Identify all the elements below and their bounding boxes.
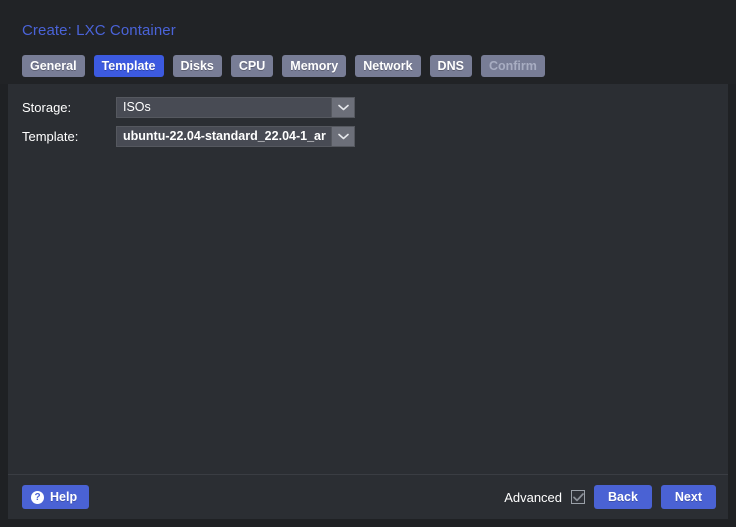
dialog-header: Create: LXC Container General Template D…	[0, 0, 736, 84]
chevron-down-icon[interactable]	[331, 126, 354, 146]
help-button[interactable]: ? Help	[22, 485, 90, 509]
tab-general[interactable]: General	[22, 55, 85, 77]
tab-disks[interactable]: Disks	[172, 55, 222, 77]
template-row: Template: ubuntu-22.04-standard_22.04-1_…	[8, 122, 728, 150]
close-icon[interactable]	[703, 24, 721, 42]
tab-dns[interactable]: DNS	[429, 55, 472, 77]
template-form: Storage: ISOs Template: ubuntu-22.04-sta…	[8, 93, 728, 151]
tab-memory[interactable]: Memory	[282, 55, 347, 77]
dialog-body: Storage: ISOs Template: ubuntu-22.04-sta…	[8, 84, 728, 474]
question-mark-icon: ?	[31, 490, 44, 504]
storage-select[interactable]: ISOs	[116, 96, 355, 118]
create-lxc-container-dialog: Create: LXC Container General Template D…	[0, 0, 736, 527]
footer-actions: Advanced Back Next	[504, 485, 716, 509]
chevron-down-icon[interactable]	[331, 97, 354, 117]
dialog-title: Create: LXC Container	[22, 22, 176, 39]
advanced-checkbox[interactable]	[571, 490, 586, 504]
storage-label: Storage:	[22, 99, 72, 115]
template-label: Template:	[22, 128, 79, 144]
template-select-value: ubuntu-22.04-standard_22.04-1_ar	[123, 128, 326, 143]
tab-confirm: Confirm	[480, 55, 545, 77]
help-button-label: Help	[50, 490, 78, 504]
next-button[interactable]: Next	[660, 485, 716, 509]
advanced-label: Advanced	[504, 489, 563, 505]
template-select[interactable]: ubuntu-22.04-standard_22.04-1_ar	[116, 125, 355, 147]
storage-row: Storage: ISOs	[8, 93, 728, 121]
back-button[interactable]: Back	[594, 485, 652, 509]
wizard-tab-bar: General Template Disks CPU Memory Networ…	[22, 55, 545, 77]
storage-select-value: ISOs	[123, 99, 151, 114]
tab-network[interactable]: Network	[355, 55, 421, 77]
tab-cpu[interactable]: CPU	[230, 55, 274, 77]
dialog-footer: ? Help Advanced Back Next	[8, 474, 728, 519]
tab-template[interactable]: Template	[93, 55, 164, 77]
